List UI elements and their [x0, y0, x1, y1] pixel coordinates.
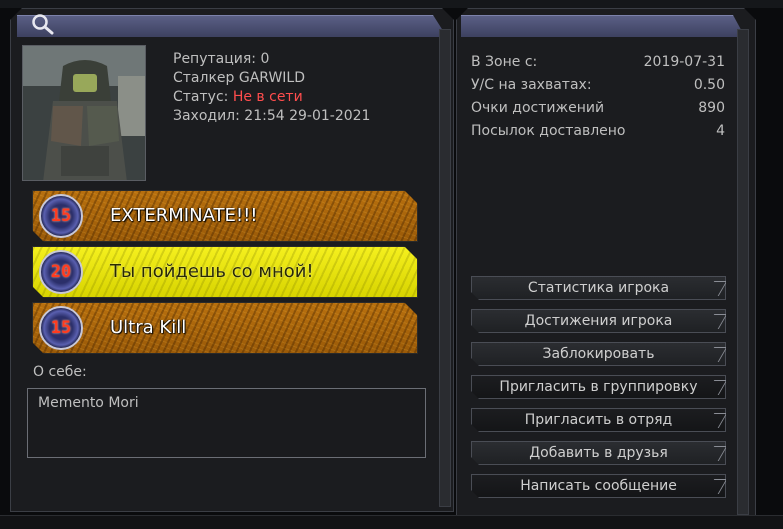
search-icon[interactable]	[30, 13, 56, 35]
stat-label: Очки достижений	[471, 100, 605, 116]
avatar	[22, 45, 146, 181]
profile-scrollbar[interactable]	[439, 29, 451, 507]
stalker-name: Сталкер GARWILD	[173, 70, 306, 86]
invite-group-button[interactable]: Пригласить в группировку	[471, 375, 726, 399]
achievement-come-with-me: 20 Ты пойдешь со мной!	[32, 246, 418, 298]
add-friend-button[interactable]: Добавить в друзья	[471, 441, 726, 465]
stat-value: 4	[716, 123, 725, 139]
achievement-level: 15	[50, 206, 72, 226]
stat-row-parcels: Посылок доставлено 4	[471, 123, 725, 146]
achievement-label: Ты пойдешь со мной!	[110, 261, 314, 282]
player-achievements-button[interactable]: Достижения игрока	[471, 309, 726, 333]
block-button[interactable]: Заблокировать	[471, 342, 726, 366]
last-seen-text: Заходил: 21:54 29-01-2021	[173, 108, 371, 124]
top-strip	[0, 0, 783, 8]
stat-row-capture-ratio: У/С на захватах: 0.50	[471, 77, 725, 100]
achievement-label: Ultra Kill	[110, 317, 187, 338]
profile-header-bar	[17, 15, 447, 37]
status-label: Статус:	[173, 89, 229, 105]
about-text: Memento Mori	[38, 395, 139, 411]
invite-squad-button[interactable]: Пригласить в отряд	[471, 408, 726, 432]
stats-list: В Зоне с: 2019-07-31 У/С на захватах: 0.…	[471, 54, 725, 146]
achievement-exterminate: 15 EXTERMINATE!!!	[32, 190, 418, 242]
stat-row-achievement-points: Очки достижений 890	[471, 100, 725, 123]
stat-value: 0.50	[693, 77, 725, 93]
about-label: О себе:	[33, 364, 87, 380]
stat-label: В Зоне с:	[471, 54, 538, 70]
profile-info: Репутация: 0 Сталкер GARWILD Статус: Не …	[173, 50, 370, 126]
send-message-button[interactable]: Написать сообщение	[471, 474, 726, 498]
stat-value: 890	[698, 100, 725, 116]
achievement-level-badge: 15	[39, 306, 83, 350]
player-stats-button[interactable]: Статистика игрока	[471, 276, 726, 300]
achievement-label: EXTERMINATE!!!	[110, 205, 258, 226]
achievement-level-badge: 20	[39, 250, 83, 294]
bottom-strip	[0, 515, 783, 529]
stats-header-bar	[461, 15, 745, 37]
achievement-level-badge: 15	[39, 194, 83, 238]
reputation-text: Репутация: 0	[173, 51, 270, 67]
achievement-level: 20	[50, 262, 72, 282]
achievement-level: 15	[50, 318, 72, 338]
stat-row-zone-since: В Зоне с: 2019-07-31	[471, 54, 725, 77]
stats-scrollbar[interactable]	[737, 29, 749, 515]
about-text-box: Memento Mori	[27, 388, 426, 458]
status-line: Статус: Не в сети	[173, 88, 370, 107]
status-value: Не в сети	[232, 89, 303, 105]
stat-value: 2019-07-31	[643, 54, 725, 70]
stat-label: У/С на захватах:	[471, 77, 592, 93]
stat-label: Посылок доставлено	[471, 123, 626, 139]
achievement-ultra-kill: 15 Ultra Kill	[32, 302, 418, 354]
